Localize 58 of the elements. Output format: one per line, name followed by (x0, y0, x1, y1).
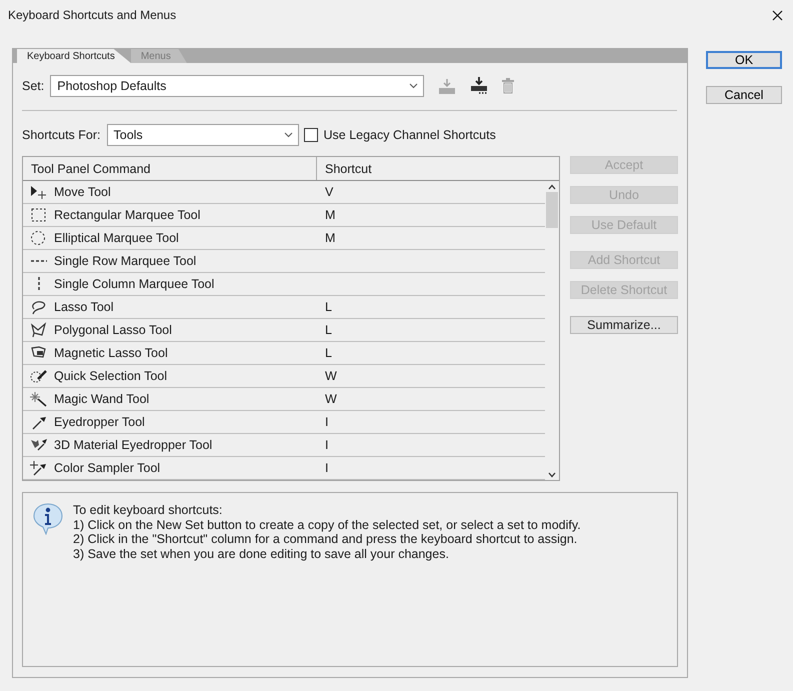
shortcut-cell[interactable]: L (325, 323, 332, 337)
rectangle-tool-icon (30, 207, 48, 223)
command-cell[interactable]: Color Sampler Tool (54, 461, 160, 475)
polygon-tool-icon (30, 322, 48, 338)
eyedropper-tool-icon (30, 414, 48, 430)
info-text: 1) Click on the New Set button to create a copy of the selected set, or select a set to modify. (73, 518, 581, 532)
command-cell[interactable]: Single Row Marquee Tool (54, 254, 196, 268)
checkbox-label: Use Legacy Channel Shortcuts (324, 128, 496, 142)
action-button[interactable]: Summarize... (570, 316, 678, 334)
command-cell[interactable]: Polygonal Lasso Tool (54, 323, 172, 337)
move-tool-icon (30, 184, 48, 200)
command-cell[interactable]: Magic Wand Tool (54, 392, 150, 406)
checkbox[interactable] (304, 128, 318, 142)
shortcuts-for-dropdown[interactable]: Tools (106, 124, 298, 146)
shortcut-cell[interactable]: V (325, 185, 334, 199)
tab[interactable]: Keyboard Shortcuts (17, 49, 131, 63)
shortcut-cell[interactable]: I (325, 415, 328, 429)
shortcut-cell[interactable]: M (325, 231, 336, 245)
dialog-button[interactable]: OK (706, 51, 782, 69)
set-dropdown[interactable]: Photoshop Defaults (50, 75, 424, 97)
brush-tool-icon (30, 368, 48, 384)
info-text: 2) Click in the "Shortcut" column for a command and press the keyboard shortcut to assign. (73, 532, 578, 546)
command-cell[interactable]: Lasso Tool (54, 300, 114, 314)
close-icon[interactable] (772, 10, 783, 20)
command-cell[interactable]: Eyedropper Tool (54, 415, 145, 429)
shortcut-cell[interactable]: L (325, 300, 332, 314)
command-cell[interactable]: Rectangular Marquee Tool (54, 208, 200, 222)
shortcut-cell[interactable]: W (325, 369, 337, 383)
command-cell[interactable]: Elliptical Marquee Tool (54, 231, 179, 245)
wand-tool-icon (30, 391, 48, 407)
shortcut-cell[interactable]: L (325, 346, 332, 360)
column-header[interactable]: Tool Panel Command (23, 157, 317, 180)
column-header[interactable]: Shortcut (317, 157, 559, 180)
scrollbar-thumb[interactable] (546, 192, 558, 228)
lasso-tool-icon (30, 299, 48, 315)
command-cell[interactable]: Single Column Marquee Tool (54, 277, 214, 291)
sampler-tool-icon (30, 460, 48, 476)
caret-icon (409, 83, 418, 89)
shortcut-cell[interactable]: W (325, 392, 337, 406)
shortcut-cell[interactable]: I (325, 461, 328, 475)
command-cell[interactable]: Move Tool (54, 185, 111, 199)
shortcuts-for-label: Shortcuts For: (22, 128, 100, 142)
scroll-up-icon[interactable] (548, 184, 556, 190)
dialog-button[interactable]: Cancel (706, 86, 782, 104)
caret-icon (284, 132, 292, 138)
shortcut-cell[interactable]: I (325, 438, 328, 452)
command-cell[interactable]: Quick Selection Tool (54, 369, 168, 383)
ellipse-tool-icon (30, 230, 48, 246)
info-text: 3) Save the set when you are done editing to save all your changes. (73, 546, 450, 561)
scroll-down-icon[interactable] (548, 472, 556, 478)
command-cell[interactable]: 3D Material Eyedropper Tool (54, 438, 212, 452)
shortcut-cell[interactable]: M (325, 208, 336, 222)
set-label: Set: (22, 79, 44, 93)
command-cell[interactable]: Magnetic Lasso Tool (54, 346, 168, 360)
info-text: To edit keyboard shortcuts: (73, 503, 224, 518)
window-title: Keyboard Shortcuts and Menus (8, 8, 176, 22)
new-set-icon[interactable] (470, 77, 488, 95)
info-icon (33, 503, 63, 535)
